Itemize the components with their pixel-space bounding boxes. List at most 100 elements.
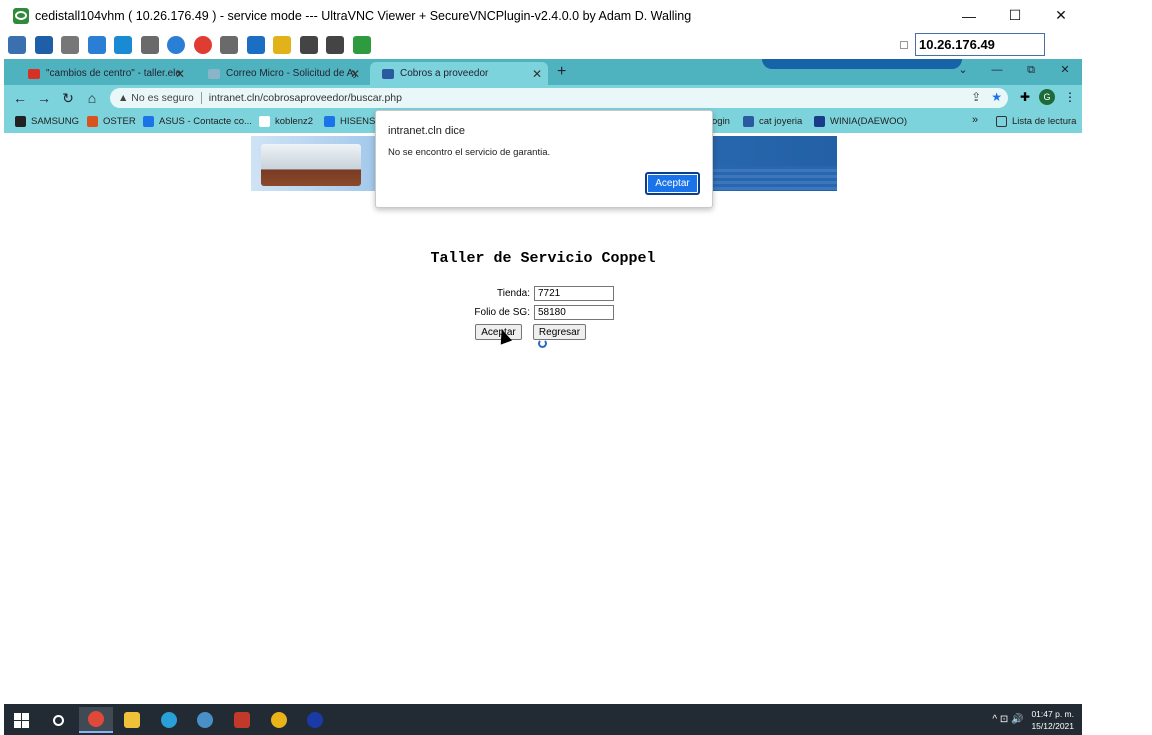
connection-options-icon[interactable] [8,36,26,54]
reading-list-button[interactable]: Lista de lectura [996,116,1076,127]
close-button[interactable]: ✕ [1038,0,1084,31]
reading-list-label: Lista de lectura [1012,116,1077,127]
minimize-button[interactable]: — [946,0,992,31]
uvnc-icon [307,712,323,728]
dialog-title: intranet.cln dice [388,125,466,137]
disconnect-icon[interactable] [193,36,212,54]
regresar-button[interactable]: Regresar [533,324,586,340]
vnc-window-title: cedistall104vhm ( 10.26.176.49 ) - servi… [35,8,692,23]
ip-checkbox[interactable] [900,40,908,49]
bookmark-cat-joyeria[interactable]: cat joyeria [743,116,802,127]
taskbar-edge[interactable] [152,707,186,733]
bookmark-star-icon[interactable]: ★ [991,90,1002,104]
close-tab-icon[interactable]: ✕ [175,67,185,81]
ip-address-input[interactable] [915,33,1045,56]
not-secure-indicator[interactable]: ▲ No es seguro [118,92,194,104]
folio-row: Folio de SG: [450,305,614,320]
tienda-input[interactable] [534,286,614,301]
tab-search-icon[interactable]: ⌄ [946,59,980,81]
screen-icon[interactable] [246,36,265,54]
close-tab-icon[interactable]: ✕ [350,67,360,81]
taskbar-db-app[interactable] [262,707,296,733]
share-icon[interactable]: ⇪ [971,90,981,104]
folder-icon[interactable] [273,36,291,54]
bookmark-winia[interactable]: WINIA(DAEWOO) [814,116,907,127]
select-window-icon[interactable] [299,36,318,54]
avatar[interactable]: G [1039,89,1055,105]
bookmark-asus[interactable]: ASUS - Contacte co... [143,116,252,127]
windows-start-icon [13,712,29,728]
dialog-ok-button[interactable]: Aceptar [645,172,700,195]
bookmark-oster[interactable]: OSTER [87,116,136,127]
back-button[interactable]: ← [8,90,32,106]
windows-key-icon[interactable] [114,36,132,54]
folio-label: Folio de SG: [474,307,530,318]
chat-icon[interactable] [352,36,371,54]
clock[interactable]: 01:47 p. m. 15/12/2021 [1031,708,1074,732]
url-text[interactable]: intranet.cln/cobrosaproveedor/buscar.php [209,92,402,104]
taskbar-remote-app[interactable] [188,707,222,733]
tab-correo[interactable]: Correo Micro - Solicitud de Ayud ✕ [196,62,366,85]
bookmark-label: ASUS - Contacte co... [159,116,252,127]
ctrl-alt-del-icon[interactable] [140,36,159,54]
bookmark-label: koblenz2 [275,116,314,127]
app-icon [234,712,250,728]
ip-box [900,33,1045,56]
remote-minimize-button[interactable]: — [980,59,1014,81]
reload-button[interactable]: ↻ [56,90,80,107]
oster-icon [87,116,98,127]
truck-image [261,144,361,186]
extension-area: ✚ G ⋮ [1020,89,1076,105]
bookmark-koblenz[interactable]: koblenz2 [259,116,313,127]
taskbar-chrome[interactable] [79,707,113,733]
winia-icon [814,116,825,127]
forward-button[interactable]: → [32,90,56,106]
close-tab-icon[interactable]: ✕ [532,67,542,81]
taskbar-file-explorer[interactable] [115,707,149,733]
vnc-app-icon [13,7,29,24]
alert-dialog: intranet.cln dice No se encontro el serv… [375,110,713,208]
refresh-icon[interactable] [87,36,106,54]
taskbar-uvnc[interactable] [298,707,332,733]
bookmark-login[interactable]: ogin [712,116,730,127]
omnibox[interactable]: ▲ No es seguro intranet.cln/cobrosaprove… [110,88,1008,108]
gmail-icon [28,68,40,79]
bookmark-label: cat joyeria [759,116,803,127]
taskbar-app[interactable] [225,707,259,733]
bookmark-hisense[interactable]: HISENSE [324,116,382,127]
bookmark-label: WINIA(DAEWOO) [830,116,908,127]
start-button[interactable] [4,707,38,733]
bookmark-samsung[interactable]: SAMSUNG [15,116,79,127]
tray-icons[interactable]: ^ ⊡ 🔊 [992,714,1023,725]
info-icon[interactable] [167,36,185,54]
bookmark-label: ogin [712,116,730,127]
samsung-icon [15,116,26,127]
browser-tabstrip: "cambios de centro" - taller.elect ✕ Cor… [4,59,1082,85]
tab-label: Cobros a proveedor [400,68,489,79]
chrome-icon [88,711,104,727]
bookmark-label: OSTER [103,116,136,127]
home-button[interactable]: ⌂ [80,90,104,106]
tab-gmail[interactable]: "cambios de centro" - taller.elect ✕ [16,62,191,85]
bookmark-label: SAMSUNG [31,116,80,127]
settings-icon[interactable] [61,36,79,54]
remote-restore-button[interactable]: ⧉ [1014,59,1048,81]
full-desktop-icon[interactable] [326,36,344,54]
fullscreen-icon[interactable] [34,36,53,54]
folio-input[interactable] [534,305,614,320]
more-bookmarks-icon[interactable]: » [972,114,978,126]
tab-cobros[interactable]: Cobros a proveedor ✕ [370,62,548,85]
extensions-icon[interactable]: ✚ [1020,90,1030,104]
maximize-button[interactable]: ☐ [992,0,1038,31]
cat-joyeria-icon [743,116,754,127]
search-icon [52,714,64,726]
tienda-label: Tienda: [497,288,530,299]
page-title: Taller de Servicio Coppel [430,250,656,267]
new-tab-button[interactable]: + [557,63,566,81]
file-transfer-icon[interactable] [220,36,238,54]
remote-close-button[interactable]: ✕ [1048,59,1082,81]
mail-icon [208,68,220,79]
browser-toolbar: ← → ↻ ⌂ ▲ No es seguro intranet.cln/cobr… [4,85,1082,111]
taskbar-search[interactable] [41,707,75,733]
menu-icon[interactable]: ⋮ [1064,90,1076,104]
